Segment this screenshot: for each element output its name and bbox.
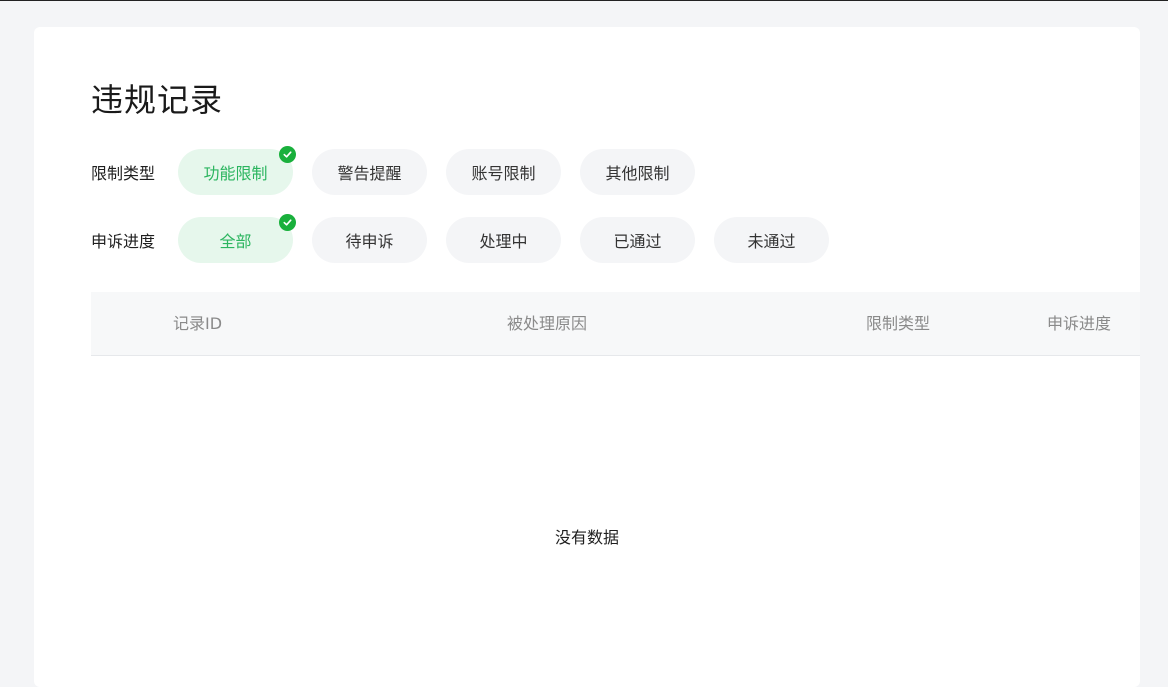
chip-account-restriction[interactable]: 账号限制 xyxy=(446,149,561,195)
empty-state-text: 没有数据 xyxy=(554,528,619,547)
column-header-record-id: 记录ID xyxy=(173,314,223,333)
chip-label: 账号限制 xyxy=(471,164,536,183)
chip-pending-appeal[interactable]: 待申诉 xyxy=(312,217,427,263)
chip-processing[interactable]: 处理中 xyxy=(446,217,561,263)
check-icon xyxy=(279,146,296,163)
chip-approved[interactable]: 已通过 xyxy=(580,217,695,263)
chip-label: 全部 xyxy=(219,232,252,251)
appeal-progress-label: 申诉进度 xyxy=(91,232,156,251)
table-header: 记录ID 被处理原因 限制类型 申诉进度 xyxy=(91,292,1165,356)
column-header-restriction-type: 限制类型 xyxy=(866,314,931,333)
chip-label: 警告提醒 xyxy=(337,164,402,183)
page-title: 违规记录 xyxy=(91,81,224,119)
check-icon xyxy=(279,214,296,231)
chip-all[interactable]: 全部 xyxy=(178,214,296,263)
chip-label: 其他限制 xyxy=(605,164,670,183)
column-header-reason: 被处理原因 xyxy=(507,314,588,333)
window-top-border xyxy=(0,0,1168,1)
chip-function-restriction[interactable]: 功能限制 xyxy=(178,146,296,195)
chip-label: 处理中 xyxy=(479,232,528,251)
page-right-margin xyxy=(1140,27,1168,664)
violation-records-card: 违规记录 限制类型 功能限制 警告提醒 账号限制 其他限制 申诉进度 全部 待申… xyxy=(34,27,1165,687)
restriction-type-filter: 限制类型 功能限制 警告提醒 账号限制 其他限制 xyxy=(91,146,714,195)
appeal-progress-filter: 申诉进度 全部 待申诉 处理中 已通过 未通过 xyxy=(91,214,848,263)
chip-rejected[interactable]: 未通过 xyxy=(714,217,829,263)
chip-other-restriction[interactable]: 其他限制 xyxy=(580,149,695,195)
chip-label: 待申诉 xyxy=(345,232,394,251)
column-header-appeal-progress: 申诉进度 xyxy=(1047,314,1112,333)
restriction-type-label: 限制类型 xyxy=(91,164,156,183)
chip-label: 已通过 xyxy=(613,232,662,251)
chip-label: 未通过 xyxy=(747,232,796,251)
chip-label: 功能限制 xyxy=(203,164,268,183)
chip-warning-reminder[interactable]: 警告提醒 xyxy=(312,149,427,195)
